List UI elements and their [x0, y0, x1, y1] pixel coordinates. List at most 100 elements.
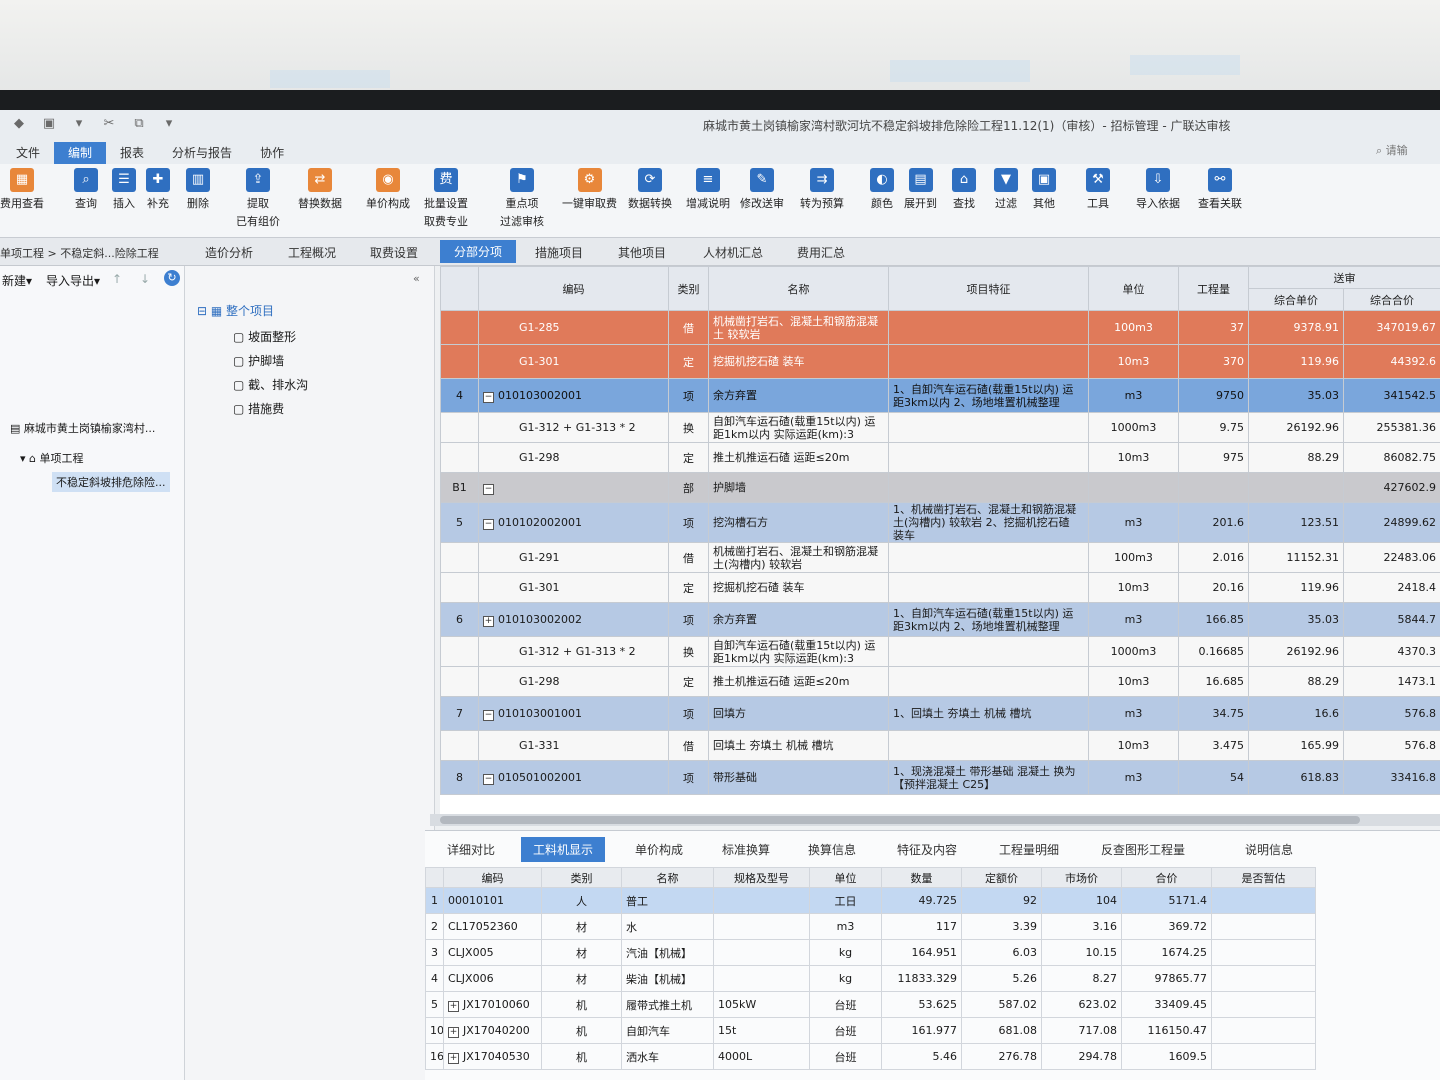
item-unit[interactable]: 10m3	[1088, 344, 1179, 379]
ribbon-button-22[interactable]: ⚯ 查看关联	[1198, 168, 1242, 211]
item-unit-price[interactable]: 123.51	[1248, 502, 1344, 543]
row-number[interactable]: 5	[440, 502, 479, 543]
row-number[interactable]	[440, 636, 479, 667]
item-feature[interactable]: 1、机械凿打岩石、混凝土和钢筋混凝土(沟槽内) 较软岩 2、挖掘机挖石碴 装车	[888, 502, 1089, 543]
ribbon-button-13[interactable]: ✎ 修改送审	[740, 168, 784, 211]
resource-row[interactable]: 1 00010101 人普工 工日 49.725 92 104 5171.4	[425, 887, 1316, 914]
item-name[interactable]: 挖掘机挖石碴 装车	[708, 344, 889, 379]
item-type[interactable]: 定	[668, 572, 709, 603]
tab-standard-conversion[interactable]: 标准换算	[722, 841, 770, 858]
resource-total[interactable]: 5171.4	[1121, 887, 1212, 914]
tree-measure-fee[interactable]: ▢ 措施费	[233, 400, 284, 417]
tree-single-project[interactable]: ▾ ⌂ 单项工程	[20, 450, 84, 466]
item-feature[interactable]	[888, 542, 1089, 573]
resource-name[interactable]: 自卸汽车	[621, 1017, 714, 1044]
item-quantity[interactable]: 975	[1178, 442, 1249, 473]
ribbon-button-9[interactable]: ⚑ 重点项 过滤审核	[500, 168, 544, 229]
tree-drainage-ditch[interactable]: ▢ 截、排水沟	[233, 376, 308, 393]
item-feature[interactable]: 1、自卸汽车运石碴(载重15t以内) 运距3km以内 2、场地堆置机械整理	[888, 378, 1089, 413]
resource-type[interactable]: 机	[541, 991, 622, 1018]
item-type[interactable]: 项	[668, 760, 709, 795]
ribbon-button-1[interactable]: ⌕ 查询	[74, 168, 98, 211]
resource-code[interactable]: 00010101	[443, 887, 542, 914]
ribbon-button-17[interactable]: ⌂ 查找	[952, 168, 976, 211]
resource-unit[interactable]: kg	[809, 939, 882, 966]
item-total-price[interactable]: 44392.6	[1343, 344, 1440, 379]
item-total-price[interactable]: 86082.75	[1343, 442, 1440, 473]
item-feature[interactable]	[888, 730, 1089, 761]
item-total-price[interactable]: 427602.9	[1343, 472, 1440, 503]
col-header-total-price[interactable]: 综合合价	[1343, 288, 1440, 311]
tab-description[interactable]: 说明信息	[1245, 841, 1293, 858]
resource-spec[interactable]: 4000L	[713, 1043, 810, 1070]
dropdown-icon[interactable]: ▾	[68, 115, 90, 133]
ribbon-button-7[interactable]: ◉ 单价构成	[366, 168, 410, 211]
move-up-icon[interactable]: ↑	[112, 272, 122, 286]
ribbon-button-16[interactable]: ▤ 展开到	[904, 168, 937, 211]
copy-icon[interactable]: ⧉	[128, 115, 150, 133]
ribbon-button-11[interactable]: ⟳ 数据转换	[628, 168, 672, 211]
resource-row[interactable]: 2 CL17052360 材水 m3 117 3.39 3.16 369.72	[425, 913, 1316, 940]
breadcrumb[interactable]: 单项工程 > 不稳定斜...险除工程	[0, 245, 159, 261]
item-name[interactable]: 回填土 夯填土 机械 槽坑	[708, 730, 889, 761]
item-quantity[interactable]: 0.16685	[1178, 636, 1249, 667]
item-total-price[interactable]: 24899.62	[1343, 502, 1440, 543]
grid-row[interactable]: 5−010102002001 项挖沟槽石方 1、机械凿打岩石、混凝土和钢筋混凝土(沟…	[440, 502, 1440, 543]
tree-toe-wall[interactable]: ▢ 护脚墙	[233, 352, 284, 369]
item-code[interactable]: −010501002001	[478, 760, 669, 795]
ribbon-button-0[interactable]: ▦ 费用查看	[0, 168, 44, 211]
search-box[interactable]: ⌕ 请输	[1376, 142, 1436, 160]
item-feature[interactable]: 1、自卸汽车运石碴(载重15t以内) 运距3km以内 2、场地堆置机械整理	[888, 602, 1089, 637]
item-total-price[interactable]: 341542.5	[1343, 378, 1440, 413]
item-type[interactable]: 项	[668, 602, 709, 637]
resource-total[interactable]: 116150.47	[1121, 1017, 1212, 1044]
grid-row[interactable]: G1-301 定挖掘机挖石碴 装车 10m3 20.16 119.96 2418.4	[440, 572, 1440, 603]
item-quantity[interactable]: 9750	[1178, 378, 1249, 413]
item-type[interactable]: 项	[668, 696, 709, 731]
resource-spec[interactable]: 105kW	[713, 991, 810, 1018]
item-unit-price[interactable]: 165.99	[1248, 730, 1344, 761]
resource-market-price[interactable]: 10.15	[1041, 939, 1122, 966]
resource-type[interactable]: 机	[541, 1043, 622, 1070]
item-type[interactable]: 项	[668, 502, 709, 543]
menu-edit[interactable]: 编制	[54, 142, 107, 164]
item-feature[interactable]	[888, 442, 1089, 473]
tab-fee-summary[interactable]: 费用汇总	[797, 244, 845, 261]
row-number[interactable]	[440, 542, 479, 573]
item-unit[interactable]: 1000m3	[1088, 412, 1179, 443]
item-feature[interactable]: 1、现浇混凝土 带形基础 混凝土 换为【预拌混凝土 C25】	[888, 760, 1089, 795]
item-unit-price[interactable]: 119.96	[1248, 344, 1344, 379]
menu-report[interactable]: 报表	[106, 142, 158, 164]
resource-total[interactable]: 97865.77	[1121, 965, 1212, 992]
resource-name[interactable]: 履带式推土机	[621, 991, 714, 1018]
grid-row[interactable]: 7−010103001001 项回填方 1、回填土 夯填土 机械 槽坑 m3 34.75…	[440, 696, 1440, 731]
item-code[interactable]: −010102002001	[478, 502, 669, 543]
item-quantity[interactable]: 16.685	[1178, 666, 1249, 697]
resource-name[interactable]: 水	[621, 913, 714, 940]
res-header-unit[interactable]: 单位	[809, 867, 882, 888]
row-number[interactable]: 8	[440, 760, 479, 795]
row-number[interactable]: 6	[440, 602, 479, 637]
ribbon-button-6[interactable]: ⇄ 替换数据	[298, 168, 342, 211]
ribbon-button-10[interactable]: ⚙ 一键审取费	[562, 168, 617, 211]
item-code[interactable]: G1-291	[478, 542, 669, 573]
item-name[interactable]: 余方弃置	[708, 602, 889, 637]
grid-row[interactable]: G1-312 + G1-313 * 2 换自卸汽车运石碴(载重15t以内) 运距1…	[440, 636, 1440, 667]
item-total-price[interactable]: 347019.67	[1343, 310, 1440, 345]
ribbon-button-20[interactable]: ⚒ 工具	[1086, 168, 1110, 211]
resource-spec[interactable]	[713, 913, 810, 940]
item-type[interactable]: 换	[668, 412, 709, 443]
menu-analysis[interactable]: 分析与报告	[158, 142, 246, 164]
item-feature[interactable]	[888, 310, 1089, 345]
tree-whole-project[interactable]: ⊟ ▦ 整个项目	[197, 302, 274, 319]
expand-icon[interactable]: +	[483, 615, 494, 627]
item-total-price[interactable]: 33416.8	[1343, 760, 1440, 795]
item-quantity[interactable]: 9.75	[1178, 412, 1249, 443]
item-unit-price[interactable]: 119.96	[1248, 572, 1344, 603]
item-code[interactable]: +010103002002	[478, 602, 669, 637]
item-quantity[interactable]: 166.85	[1178, 602, 1249, 637]
item-code[interactable]: G1-301	[478, 572, 669, 603]
resource-row-number[interactable]: 3	[425, 939, 444, 966]
ribbon-button-15[interactable]: ◐ 颜色	[870, 168, 894, 211]
item-unit-price[interactable]: 26192.96	[1248, 412, 1344, 443]
